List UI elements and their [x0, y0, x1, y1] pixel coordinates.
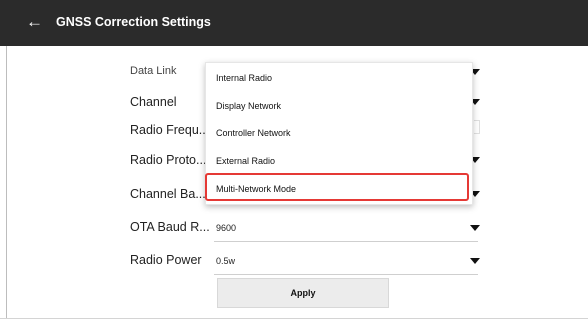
dropdown-item-controller-network[interactable]: Controller Network: [216, 128, 291, 138]
radio-power-row[interactable]: Radio Power 0.5w: [130, 249, 480, 275]
radio-power-value: 0.5w: [216, 256, 236, 266]
data-link-label: Data Link: [130, 65, 177, 77]
radio-power-label: Radio Power: [130, 253, 202, 267]
title-bar: ← GNSS Correction Settings: [0, 0, 588, 46]
dropdown-item-external-radio[interactable]: External Radio: [216, 156, 275, 166]
dropdown-item-internal-radio[interactable]: Internal Radio: [216, 73, 272, 83]
page-title: GNSS Correction Settings: [56, 15, 211, 29]
ota-baud-rate-dropdown-icon[interactable]: [470, 225, 480, 231]
radio-frequency-field-edge: [474, 120, 480, 134]
channel-bandwidth-label: Channel Ba...: [130, 187, 206, 201]
ota-baud-rate-underline: [214, 241, 478, 242]
ota-baud-rate-value: 9600: [216, 223, 237, 233]
radio-power-dropdown-icon[interactable]: [470, 258, 480, 264]
ota-baud-rate-row[interactable]: OTA Baud R... 9600: [130, 216, 480, 242]
channel-label: Channel: [130, 95, 177, 109]
back-arrow-icon[interactable]: ←: [26, 12, 43, 32]
left-border: [6, 46, 7, 318]
bottom-divider: [0, 318, 588, 319]
highlight-box: [205, 173, 469, 201]
ota-baud-rate-label: OTA Baud R...: [130, 220, 210, 234]
radio-power-underline: [214, 274, 478, 275]
radio-protocol-label: Radio Proto...: [130, 153, 207, 167]
dropdown-item-display-network[interactable]: Display Network: [216, 101, 281, 111]
apply-button[interactable]: Apply: [217, 278, 389, 308]
radio-frequency-label: Radio Frequ...: [130, 123, 210, 137]
